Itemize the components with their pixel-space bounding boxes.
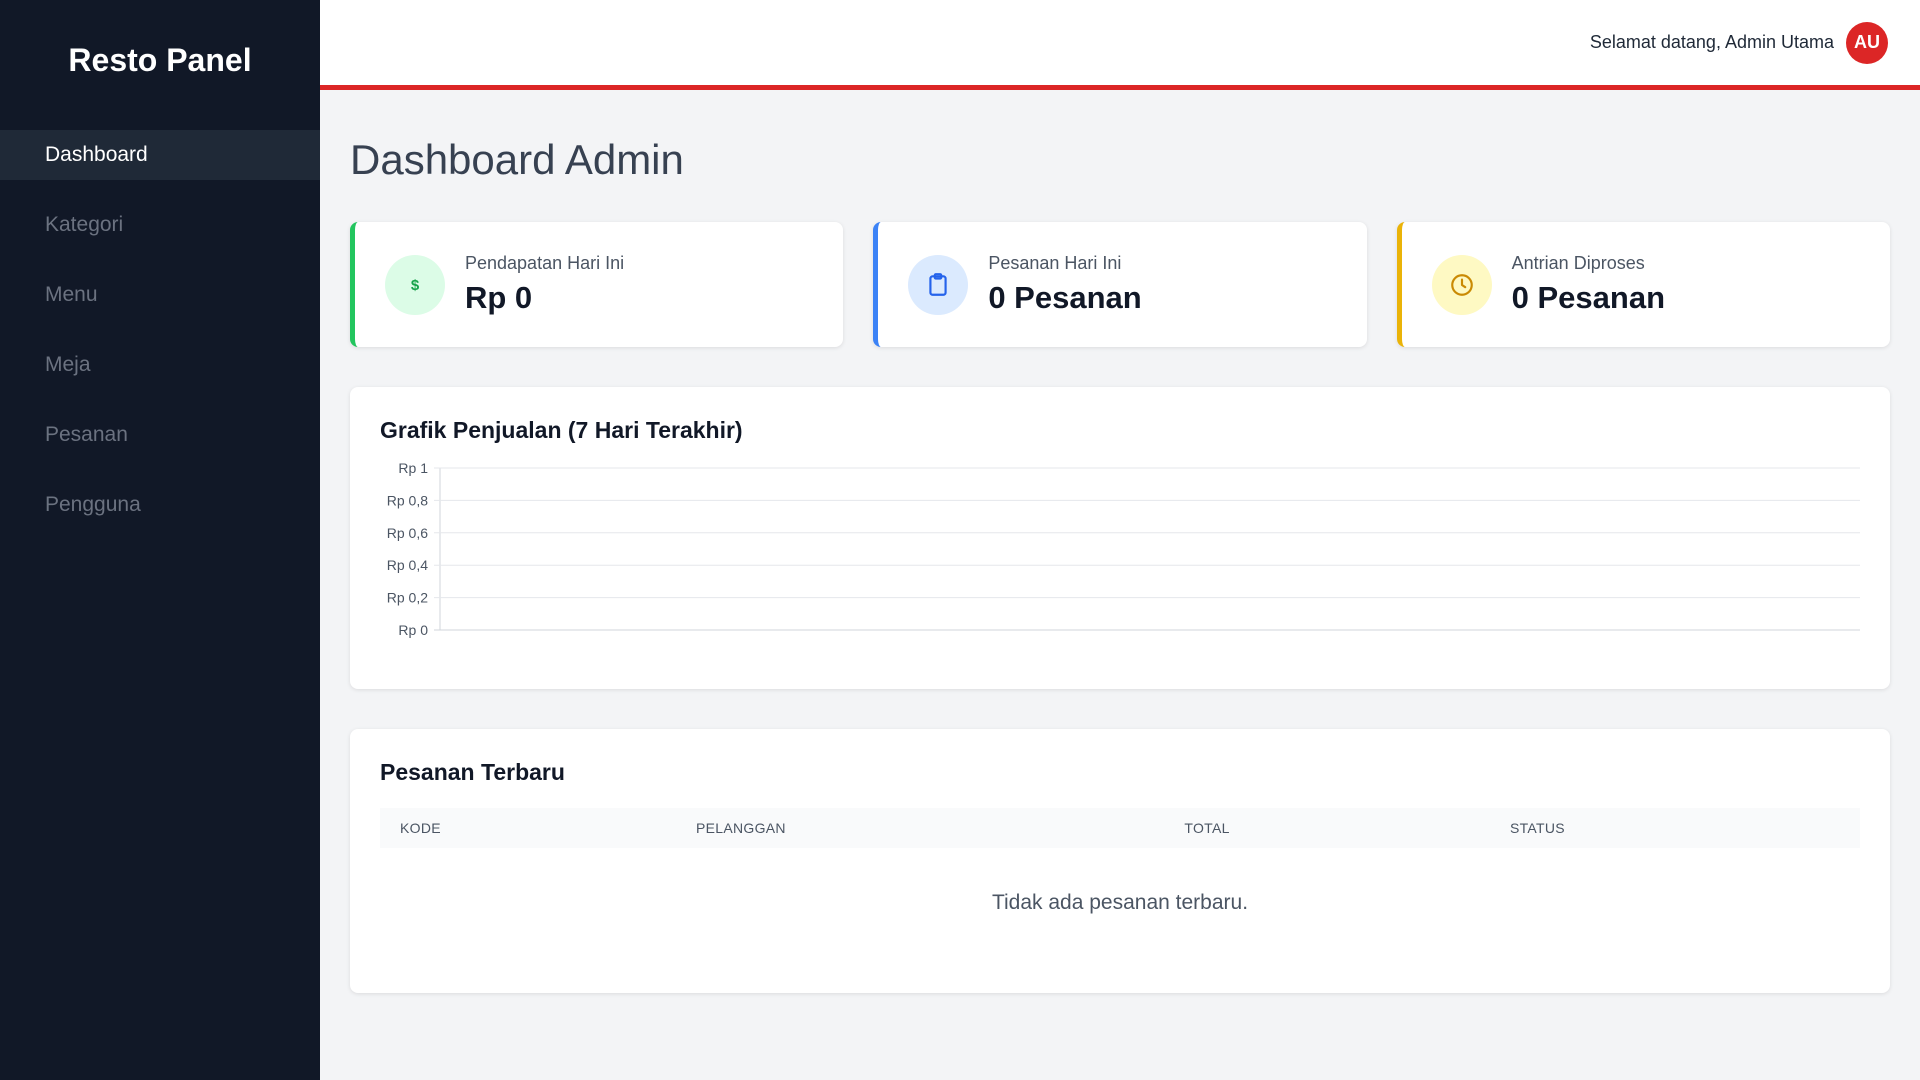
stat-label: Antrian Diproses	[1511, 253, 1645, 273]
orders-title: Pesanan Terbaru	[380, 759, 565, 785]
stat-text: Pesanan Hari Ini 0 Pesanan	[988, 253, 1141, 316]
stat-value: 0 Pesanan	[1511, 280, 1666, 315]
sidebar-item-meja[interactable]: Meja	[0, 340, 320, 390]
stats-row: $ Pendapatan Hari Ini Rp 0 Pesanan Hari …	[350, 222, 1890, 347]
y-tick-label: Rp 0,4	[387, 557, 428, 573]
stat-value: 0 Pesanan	[988, 280, 1142, 315]
stat-label: Pendapatan Hari Ini	[465, 253, 625, 273]
clock-icon	[1431, 254, 1492, 315]
column-header-kode: KODE	[380, 808, 676, 848]
column-header-pelanggan: PELANGGAN	[676, 808, 1165, 848]
sales-chart-card: Grafik Penjualan (7 Hari Terakhir) Rp 1R…	[350, 387, 1890, 689]
sidebar-item-kategori[interactable]: Kategori	[0, 200, 320, 250]
avatar[interactable]: AU	[1846, 21, 1888, 64]
stat-text: Pendapatan Hari Ini Rp 0	[465, 253, 624, 316]
stat-card-orders-today: Pesanan Hari Ini 0 Pesanan	[873, 222, 1367, 347]
column-header-total: TOTAL	[1164, 808, 1490, 848]
y-tick-label: Rp 0,6	[387, 525, 428, 541]
y-tick-label: Rp 0,2	[387, 590, 428, 606]
welcome-text: Selamat datang, Admin Utama	[1589, 32, 1834, 52]
stat-card-revenue: $ Pendapatan Hari Ini Rp 0	[350, 222, 844, 347]
stat-card-queue: Antrian Diproses 0 Pesanan	[1396, 222, 1890, 347]
brand-title: Resto Panel	[68, 41, 252, 78]
chart-area: Rp 1 Rp 0,8 Rp 0,6 Rp 0,4 Rp 0,2 Rp 0	[380, 460, 1860, 655]
main-content: Dashboard Admin $ Pendapatan Hari Ini Rp…	[350, 90, 1890, 993]
column-header-status: STATUS	[1489, 808, 1860, 848]
dollar-icon: $	[385, 254, 445, 315]
svg-text:$: $	[411, 277, 420, 294]
stat-label: Pesanan Hari Ini	[988, 253, 1122, 273]
sidebar-item-menu[interactable]: Menu	[0, 270, 320, 320]
stat-text: Antrian Diproses 0 Pesanan	[1512, 253, 1665, 316]
y-tick-label: Rp 0	[398, 622, 428, 638]
table-header-row: KODE PELANGGAN TOTAL STATUS	[380, 808, 1860, 848]
clipboard-icon	[908, 254, 969, 315]
topbar: Selamat datang, Admin Utama AU	[320, 0, 1920, 90]
orders-table: KODE PELANGGAN TOTAL STATUS Tidak ada pe…	[380, 808, 1860, 958]
sidebar-nav: Dashboard Kategori Menu Meja Pesanan Pen…	[0, 130, 320, 530]
sidebar-item-dashboard[interactable]: Dashboard	[0, 130, 320, 180]
sidebar-item-pesanan[interactable]: Pesanan	[0, 410, 320, 460]
sidebar-item-pengguna[interactable]: Pengguna	[0, 480, 320, 530]
sidebar: Resto Panel Dashboard Kategori Menu Meja…	[0, 0, 320, 1080]
sales-chart: Rp 1 Rp 0,8 Rp 0,6 Rp 0,4 Rp 0,2 Rp 0	[387, 460, 1860, 638]
y-tick-label: Rp 0,8	[387, 492, 428, 508]
page-title: Dashboard Admin	[350, 136, 684, 183]
recent-orders-card: Pesanan Terbaru KODE PELANGGAN TOTAL STA…	[350, 729, 1890, 993]
empty-message: Tidak ada pesanan terbaru.	[991, 891, 1249, 914]
chart-title: Grafik Penjualan (7 Hari Terakhir)	[380, 417, 743, 443]
stat-value: Rp 0	[465, 280, 533, 315]
y-tick-label: Rp 1	[398, 460, 428, 476]
empty-row: Tidak ada pesanan terbaru.	[380, 848, 1860, 958]
